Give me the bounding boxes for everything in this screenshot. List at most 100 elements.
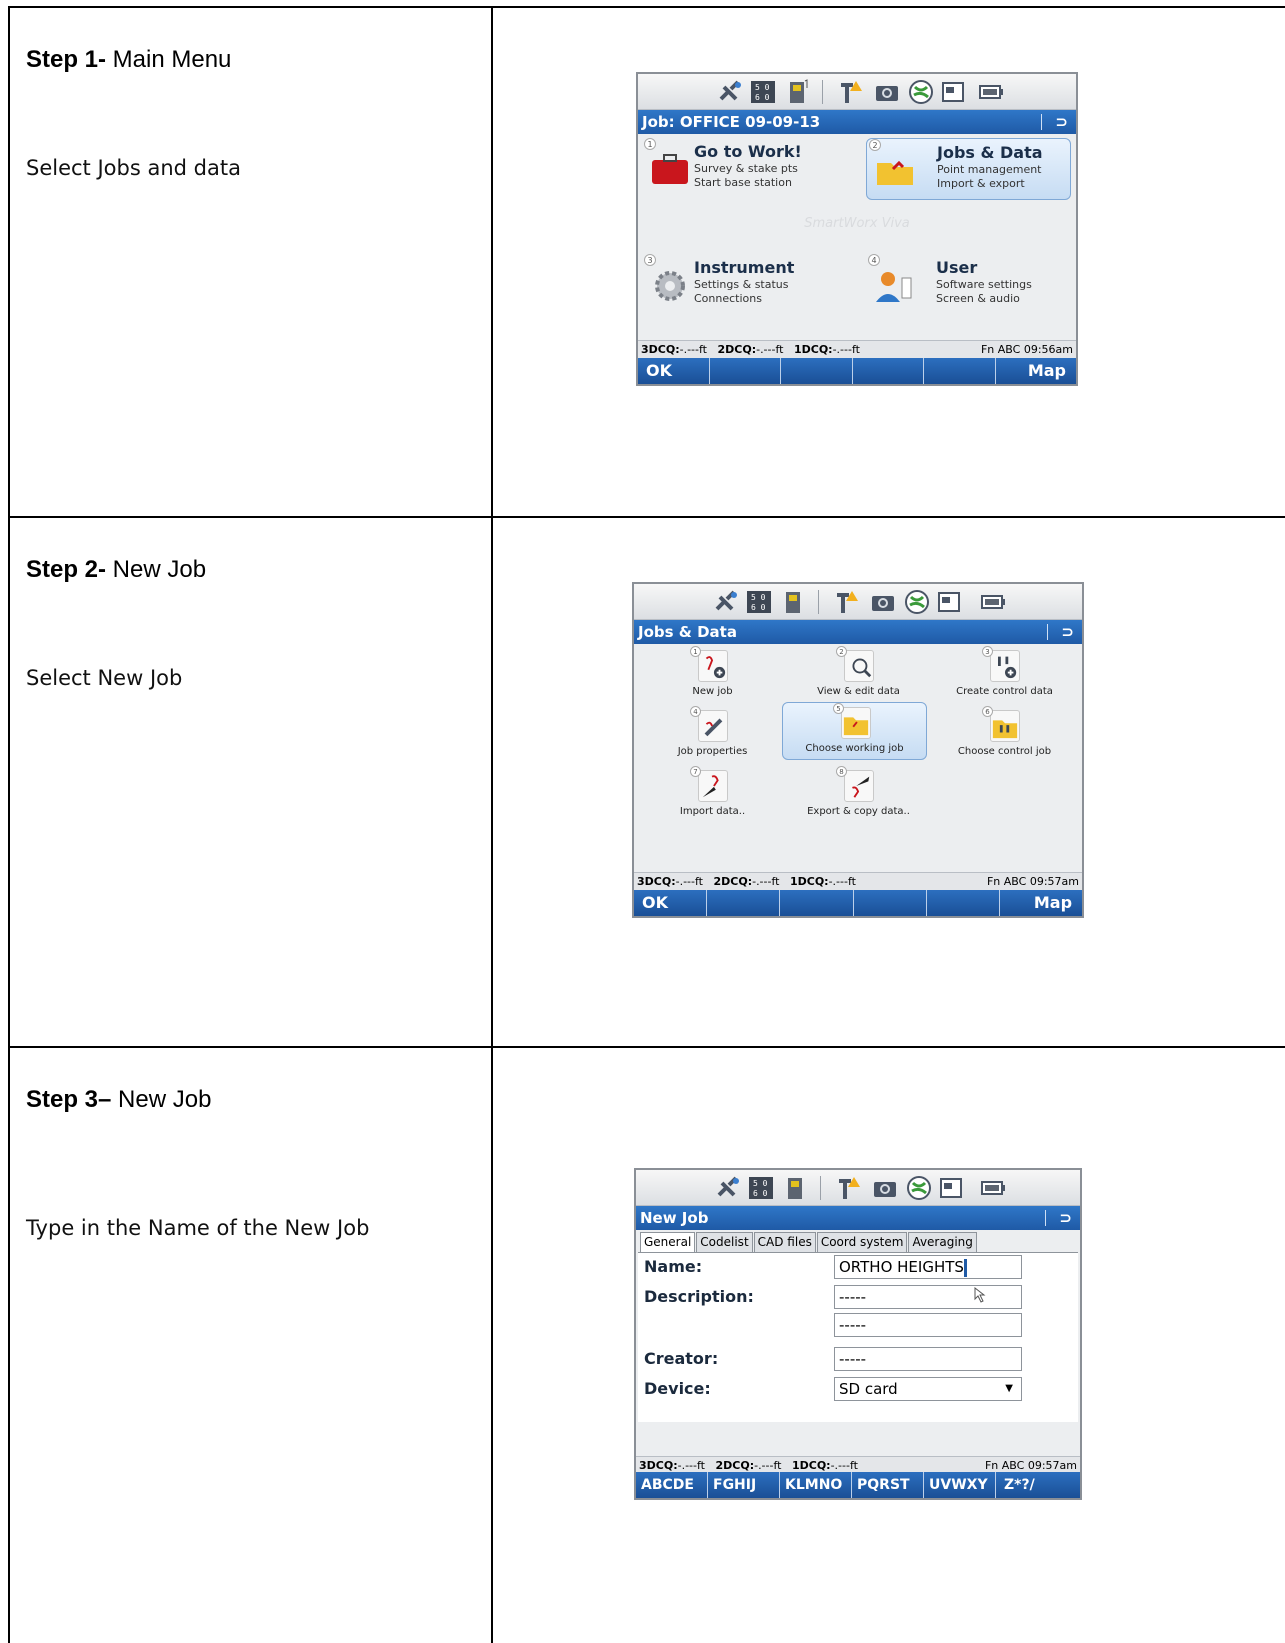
step-3-heading: New Job	[111, 1086, 212, 1113]
tab-general[interactable]: General	[640, 1232, 696, 1252]
globe-icon	[909, 80, 933, 104]
tab-codelist[interactable]: Codelist	[696, 1232, 753, 1252]
camera-icon	[872, 596, 894, 611]
softkey-klmno[interactable]: KLMNO	[780, 1472, 852, 1498]
softkey-3[interactable]	[781, 358, 853, 384]
3d-cq-label: 3DCQ:	[641, 343, 680, 356]
name-field[interactable]: ORTHO HEIGHTS	[834, 1255, 1022, 1279]
step-2-number: Step 2-	[26, 556, 107, 583]
tile-subtitle: Connections	[694, 292, 762, 305]
item-label: New job	[692, 686, 733, 697]
item-number: 4	[690, 706, 701, 717]
softkey-pqrst[interactable]: PQRST	[852, 1472, 924, 1498]
battery-icon	[981, 1181, 1005, 1195]
1d-cq-value: -.---ft	[828, 875, 856, 888]
create-control-data-item[interactable]: 3 Create control data	[932, 646, 1077, 704]
softkey-fghij[interactable]: FGHIJ	[708, 1472, 780, 1498]
softkey-2[interactable]	[707, 890, 781, 916]
name-label: Name:	[644, 1257, 703, 1276]
item-number: 2	[836, 646, 847, 657]
map-softkey[interactable]: Map	[1000, 890, 1082, 916]
jobs-and-data-tile[interactable]: 2 Jobs & Data Point management Import & …	[866, 138, 1071, 200]
tile-subtitle: Screen & audio	[936, 292, 1020, 305]
tile-subtitle: Settings & status	[694, 278, 789, 291]
item-number: 5	[833, 703, 844, 714]
softkey-4[interactable]	[854, 890, 927, 916]
device-select[interactable]: SD card ▼	[834, 1377, 1022, 1401]
tile-subtitle: Software settings	[936, 278, 1032, 291]
globe-icon	[905, 590, 929, 614]
export-copy-data-item[interactable]: 8 Export & copy data..	[786, 766, 931, 824]
softkey-bar: OK Map	[634, 890, 1082, 916]
back-button[interactable]: ⊃	[1047, 620, 1074, 644]
svg-text:5 0: 5 0	[753, 1179, 768, 1188]
window-icon	[940, 1178, 962, 1198]
screen-title: Jobs & Data	[638, 623, 737, 641]
tile-number: 1	[644, 138, 656, 150]
steps-table: Step 1- Main Menu Select Jobs and data 5…	[8, 6, 1285, 1643]
tile-subtitle: Start base station	[694, 176, 792, 189]
antenna-warning-icon	[839, 1177, 860, 1199]
step-row-2: Step 2- New Job Select New Job 5 06 0 Jo…	[8, 516, 1285, 1046]
description-field-1[interactable]: -----	[834, 1285, 1022, 1309]
softkey-symbols[interactable]: Z*?/	[996, 1472, 1080, 1498]
device-label: Device:	[644, 1379, 711, 1398]
jobs-data-screen: 5 06 0 Jobs & Data ⊃ 1 New job 2 View & …	[632, 582, 1084, 918]
description-label: Description:	[644, 1287, 754, 1306]
creator-field[interactable]: -----	[834, 1347, 1022, 1371]
antenna-warning-icon	[837, 591, 858, 613]
instrument-tile[interactable]: 3 Instrument Settings & status Connectio…	[642, 254, 847, 316]
name-value: ORTHO HEIGHTS	[839, 1258, 964, 1276]
user-tile[interactable]: 4 User Software settings Screen & audio	[866, 254, 1071, 316]
item-label: Choose working job	[805, 743, 904, 754]
item-label: View & edit data	[817, 686, 900, 697]
item-number: 7	[690, 766, 701, 777]
tab-coord-system[interactable]: Coord system	[816, 1232, 908, 1252]
export-icon	[844, 770, 874, 802]
battery-sd-icon	[790, 79, 808, 103]
memory-icon: 5 06 0	[749, 1177, 773, 1199]
magnifier-icon	[844, 650, 874, 682]
softkey-uvwxy[interactable]: UVWXY	[924, 1472, 996, 1498]
item-label: Create control data	[956, 686, 1053, 697]
tile-title: Instrument	[694, 258, 795, 277]
2d-cq-label: 2DCQ:	[713, 875, 753, 888]
creator-label: Creator:	[644, 1349, 719, 1368]
description-field-2[interactable]: -----	[834, 1313, 1022, 1337]
softkey-4[interactable]	[853, 358, 924, 384]
softkey-5[interactable]	[927, 890, 1000, 916]
tab-strip: General Codelist CAD files Coord system …	[640, 1232, 978, 1252]
step-2-instruction: Select New Job	[26, 666, 183, 690]
choose-working-job-item[interactable]: 5 Choose working job	[782, 702, 927, 760]
view-edit-data-item[interactable]: 2 View & edit data	[786, 646, 931, 704]
text-cursor	[963, 1258, 967, 1277]
tile-subtitle: Import & export	[937, 177, 1025, 190]
back-button[interactable]: ⊃	[1041, 110, 1068, 134]
job-properties-item[interactable]: 4 Job properties	[640, 706, 785, 764]
3d-cq-value: -.---ft	[675, 875, 703, 888]
step-3-image-cell: 5 06 0 New Job ⊃ General Codelist CAD fi…	[493, 1048, 1285, 1643]
softkey-abcde[interactable]: ABCDE	[636, 1472, 708, 1498]
tab-averaging[interactable]: Averaging	[908, 1232, 977, 1252]
choose-control-job-item[interactable]: 6 Choose control job	[932, 706, 1077, 764]
softkey-5[interactable]	[924, 358, 996, 384]
battery-icon	[979, 85, 1003, 99]
camera-icon	[874, 1182, 896, 1197]
new-job-screen: 5 06 0 New Job ⊃ General Codelist CAD fi…	[634, 1168, 1082, 1500]
2d-cq-value: -.---ft	[754, 1459, 782, 1472]
go-to-work-tile[interactable]: 1 Go to Work! Survey & stake pts Start b…	[642, 138, 847, 200]
new-job-item[interactable]: 1 New job	[640, 646, 785, 704]
softkey-2[interactable]	[710, 358, 781, 384]
softkey-3[interactable]	[780, 890, 854, 916]
screen-title: New Job	[640, 1209, 709, 1227]
tab-cad-files[interactable]: CAD files	[753, 1232, 816, 1252]
1d-cq-label: 1DCQ:	[789, 875, 829, 888]
ok-softkey[interactable]: OK	[638, 358, 710, 384]
map-softkey[interactable]: Map	[996, 358, 1077, 384]
tile-number: 4	[868, 254, 880, 266]
softkey-bar: OK Map	[638, 358, 1076, 384]
ok-softkey[interactable]: OK	[634, 890, 708, 916]
back-button[interactable]: ⊃	[1045, 1206, 1072, 1230]
import-data-item[interactable]: 7 Import data..	[640, 766, 785, 824]
main-menu-screen: 5 06 0 Job: OFFICE 09-09-13 ⊃ 1 Go to Wo…	[636, 72, 1078, 386]
